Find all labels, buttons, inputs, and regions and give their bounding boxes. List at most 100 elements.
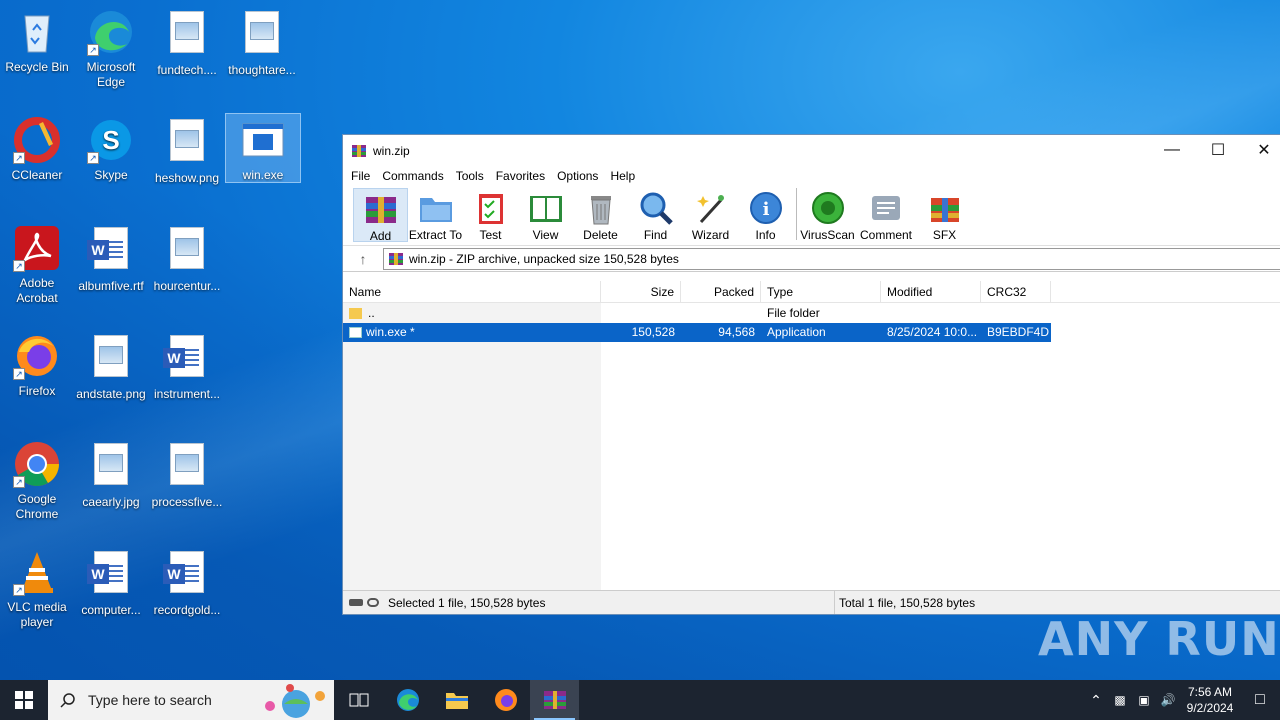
sfx-button[interactable]: SFX <box>917 188 972 242</box>
up-arrow-icon[interactable]: ↑ <box>343 251 383 267</box>
desktop-icon-recordgold[interactable]: W recordgold... <box>150 548 224 618</box>
edge-icon: ↗ <box>87 8 135 56</box>
magnifier-icon <box>638 190 674 226</box>
menu-help[interactable]: Help <box>604 169 641 183</box>
task-view-button[interactable] <box>334 680 383 720</box>
desktop-icon-ccleaner[interactable]: ↗ CCleaner <box>0 116 74 183</box>
find-button[interactable]: Find <box>628 188 683 242</box>
volume-icon[interactable]: 🔊 <box>1156 693 1180 707</box>
title-bar[interactable]: win.zip <box>343 135 1280 166</box>
folder-extract-icon <box>418 190 454 226</box>
wizard-button[interactable]: Wizard <box>683 188 738 242</box>
folder-icon <box>445 693 468 709</box>
skype-icon: S ↗ <box>87 116 135 164</box>
folder-icon <box>349 308 362 319</box>
window-title: win.zip <box>373 143 410 158</box>
desktop-icon-firefox[interactable]: ↗ Firefox <box>0 332 74 399</box>
delete-button[interactable]: Delete <box>573 188 628 242</box>
toolbar-separator <box>796 188 797 240</box>
adobe-acrobat-icon: ↗ <box>13 224 61 272</box>
taskbar-firefox[interactable] <box>481 680 530 720</box>
column-packed[interactable]: Packed <box>681 281 761 302</box>
desktop-icon-skype[interactable]: S ↗ Skype <box>74 116 148 183</box>
close-button[interactable]: ✕ <box>1241 135 1280 165</box>
menu-file[interactable]: File <box>345 169 376 183</box>
desktop-icon-label: albumfive.rtf <box>78 279 144 293</box>
system-tray: ⌃ ▩ ▣ 🔊 7:56 AM 9/2/2024 □ <box>1084 680 1280 720</box>
desktop-icon-recycle-bin[interactable]: Recycle Bin <box>0 8 74 75</box>
desktop-icon-adobe-acrobat[interactable]: ↗ Adobe Acrobat <box>0 224 74 306</box>
network-device-icon[interactable]: ▩ <box>1108 693 1132 707</box>
desktop-icon-fundtech[interactable]: fundtech.... <box>150 8 224 78</box>
test-icon <box>473 190 509 226</box>
desktop-icon-thoughtare[interactable]: thoughtare... <box>225 8 299 78</box>
menu-favorites[interactable]: Favorites <box>490 169 551 183</box>
word-document-icon: W <box>163 551 204 593</box>
desktop-icon-instrument[interactable]: W instrument... <box>150 332 224 402</box>
application-icon <box>239 116 287 164</box>
desktop-icon-microsoft-edge[interactable]: ↗ Microsoft Edge <box>74 8 148 90</box>
column-type[interactable]: Type <box>761 281 881 302</box>
desktop-icon-processfive[interactable]: processfive... <box>150 440 224 510</box>
desktop-icon-hourcentur[interactable]: hourcentur... <box>150 224 224 294</box>
test-button[interactable]: Test <box>463 188 518 242</box>
start-button[interactable] <box>0 680 48 720</box>
archive-path-field[interactable]: win.zip - ZIP archive, unpacked size 150… <box>383 247 1280 270</box>
image-file-icon <box>245 11 279 53</box>
book-icon <box>528 190 564 226</box>
desktop-icon-vlc[interactable]: ↗ VLC media player <box>0 548 74 630</box>
notifications-icon[interactable]: □ <box>1240 691 1280 709</box>
search-icon <box>60 693 75 708</box>
maximize-button[interactable]: ☐ <box>1195 135 1241 165</box>
menu-commands[interactable]: Commands <box>376 169 449 183</box>
desktop-icon-computer[interactable]: W computer... <box>74 548 148 618</box>
path-bar: ↑ win.zip - ZIP archive, unpacked size 1… <box>343 246 1280 272</box>
magic-wand-icon <box>693 190 729 226</box>
add-button[interactable]: Add <box>353 188 408 243</box>
column-modified[interactable]: Modified <box>881 281 981 302</box>
desktop-icon-caearly[interactable]: caearly.jpg <box>74 440 148 510</box>
desktop-icon-label: CCleaner <box>11 168 63 182</box>
word-document-icon: W <box>87 551 128 593</box>
taskbar-edge[interactable] <box>383 680 432 720</box>
desktop-icon-heshow[interactable]: heshow.png <box>150 116 224 186</box>
network-icon[interactable]: ▣ <box>1132 693 1156 707</box>
desktop-icon-albumfive[interactable]: W albumfive.rtf <box>74 224 148 294</box>
column-name[interactable]: Name <box>343 281 601 302</box>
file-list-header: Name Size Packed Type Modified CRC32 <box>343 281 1280 303</box>
menu-options[interactable]: Options <box>551 169 604 183</box>
taskbar-winrar[interactable] <box>530 680 579 720</box>
info-icon: i <box>748 190 784 226</box>
comment-icon <box>868 190 904 226</box>
task-view-icon <box>349 693 368 707</box>
file-row-parent-folder[interactable]: .. File folder <box>343 304 1280 323</box>
desktop-icon-google-chrome[interactable]: ↗ Google Chrome <box>0 440 74 522</box>
clock[interactable]: 7:56 AM 9/2/2024 <box>1180 684 1240 716</box>
chevron-up-icon[interactable]: ⌃ <box>1084 692 1108 709</box>
file-row-win-exe[interactable]: win.exe * 150,528 94,568 Application 8/2… <box>343 323 1051 342</box>
virusscan-button[interactable]: VirusScan <box>800 188 855 242</box>
taskbar-file-explorer[interactable] <box>432 680 481 720</box>
winrar-icon <box>543 691 566 709</box>
desktop-icon-label: processfive... <box>151 495 223 509</box>
desktop-icon-andstate[interactable]: andstate.png <box>74 332 148 402</box>
file-list: Name Size Packed Type Modified CRC32 .. … <box>343 281 1280 592</box>
desktop-icon-label: computer... <box>81 603 141 617</box>
desktop-icon-label: Skype <box>94 168 128 182</box>
column-size[interactable]: Size <box>601 281 681 302</box>
image-file-icon <box>170 11 204 53</box>
image-file-icon <box>170 443 204 485</box>
ccleaner-icon: ↗ <box>13 116 61 164</box>
view-button[interactable]: View <box>518 188 573 242</box>
extract-to-button[interactable]: Extract To <box>408 188 463 242</box>
comment-button[interactable]: Comment <box>855 188 917 242</box>
minimize-button[interactable]: — <box>1149 135 1195 165</box>
column-crc32[interactable]: CRC32 <box>981 281 1051 302</box>
taskbar-search-box[interactable]: Type here to search <box>48 680 334 720</box>
desktop-icon-label: Firefox <box>18 384 56 398</box>
menu-tools[interactable]: Tools <box>450 169 490 183</box>
info-button[interactable]: i Info <box>738 188 793 242</box>
menu-bar: File Commands Tools Favorites Options He… <box>343 166 1280 186</box>
desktop-icon-label: VLC media player <box>7 600 67 629</box>
desktop-icon-win-exe[interactable]: win.exe <box>225 113 301 183</box>
